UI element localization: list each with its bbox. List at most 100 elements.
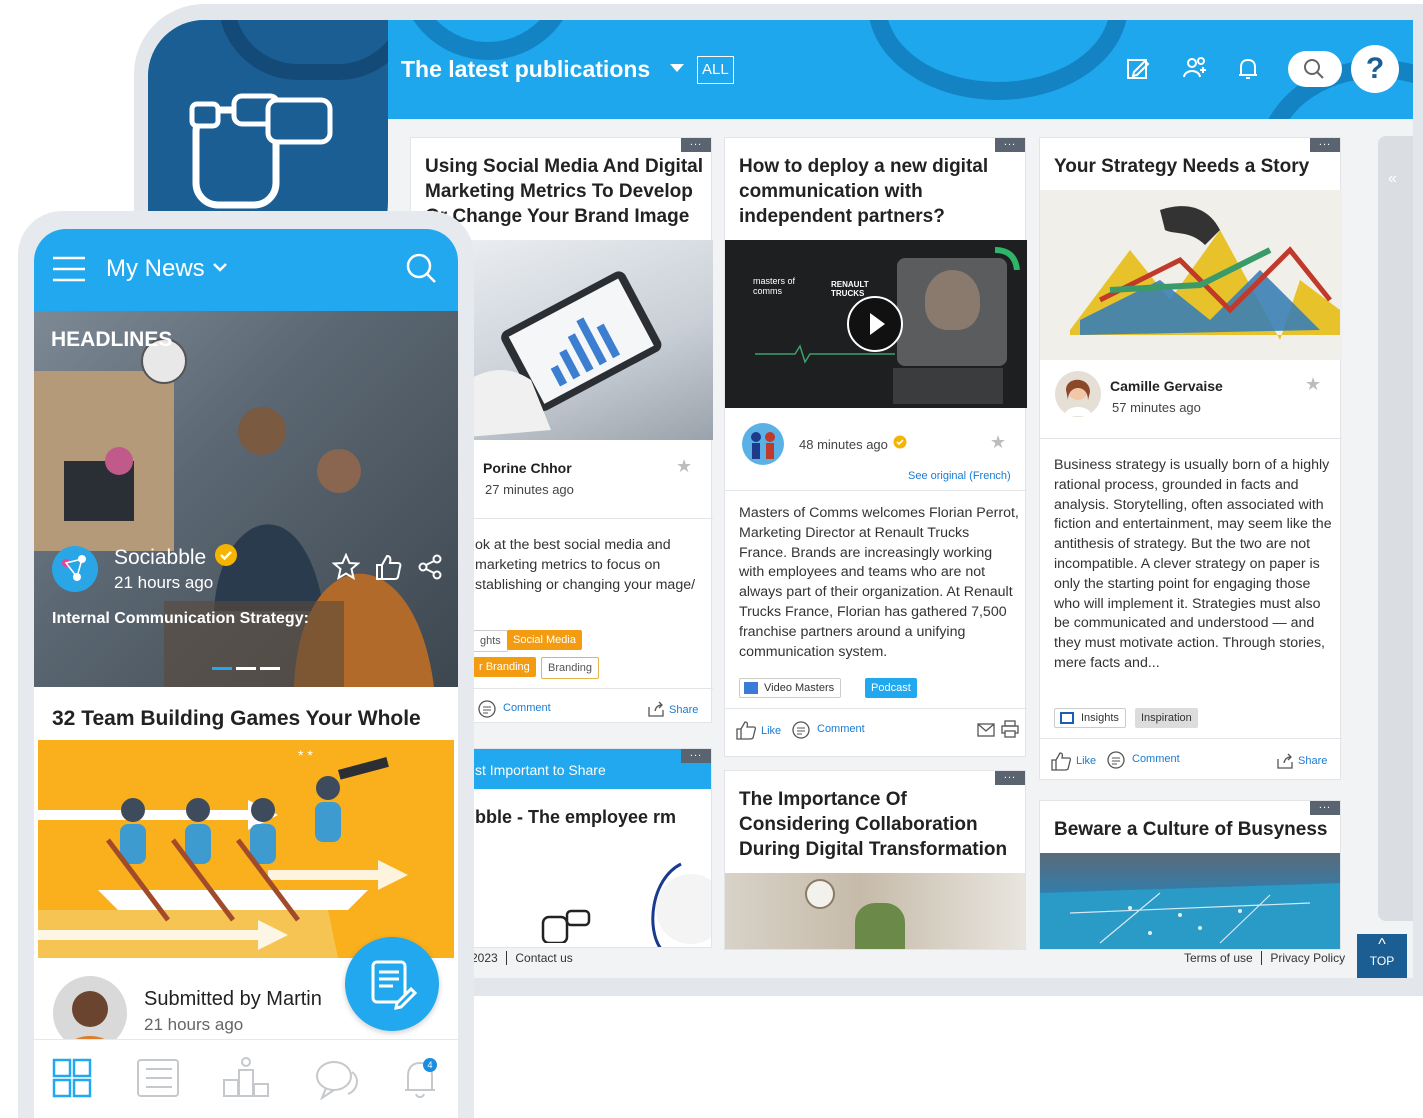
create-post-button[interactable] [345, 937, 439, 1031]
filter-all-button[interactable]: ALL [697, 56, 734, 84]
carousel-dot[interactable] [236, 667, 256, 670]
post-time: 21 hours ago [144, 1015, 244, 1034]
comment-button[interactable]: Comment [817, 723, 865, 735]
page-title[interactable]: The latest publications [401, 56, 650, 83]
share-icon[interactable] [647, 701, 665, 717]
print-icon[interactable] [1001, 720, 1019, 738]
side-panel-toggle[interactable]: « [1378, 136, 1413, 921]
card-title[interactable]: How to deploy a new digital communicatio… [739, 154, 1019, 229]
chat-icon[interactable] [314, 1058, 360, 1100]
copyright-year: 2023 [471, 951, 498, 965]
tag[interactable]: Insights [1054, 708, 1126, 728]
comment-icon[interactable] [1106, 750, 1126, 770]
more-options-icon[interactable]: ... [681, 137, 711, 152]
chevron-down-icon[interactable] [212, 261, 228, 273]
privacy-link[interactable]: Privacy Policy [1270, 951, 1345, 965]
star-icon[interactable]: ★ [990, 432, 1006, 453]
publication-card[interactable]: ... How to deploy a new digital communic… [724, 137, 1027, 757]
headline-carousel[interactable]: HEADLINES Sociabble 21 hours ago Interna… [34, 311, 458, 687]
star-icon[interactable] [332, 553, 360, 581]
carousel-dot[interactable] [260, 667, 280, 670]
play-icon[interactable] [847, 296, 903, 352]
post-excerpt: Business strategy is usually born of a h… [1054, 457, 1332, 671]
section-header: st Important to Share [475, 762, 606, 778]
share-button[interactable]: Share [1298, 755, 1327, 767]
star-icon[interactable]: ★ [676, 456, 692, 477]
card-title[interactable]: The Importance Of Considering Collaborat… [739, 787, 1021, 862]
terms-link[interactable]: Terms of use [1184, 951, 1253, 965]
section-label: HEADLINES [51, 328, 173, 351]
verified-badge-icon [893, 435, 907, 449]
author-name[interactable]: Porine Chhor [483, 460, 572, 476]
like-icon[interactable] [1050, 751, 1072, 771]
tag[interactable]: r Branding [473, 657, 536, 677]
publication-card[interactable]: ... Your Strategy Needs a Story Camille … [1039, 137, 1342, 780]
author-name[interactable]: Camille Gervaise [1110, 378, 1223, 394]
avatar[interactable] [741, 422, 785, 466]
like-icon[interactable] [735, 720, 757, 740]
publication-card[interactable]: ... Beware a Culture of Busyness [1039, 800, 1341, 950]
see-original-link[interactable]: See original (French) [908, 470, 1011, 482]
like-icon[interactable] [374, 553, 402, 581]
headline-title[interactable]: Internal Communication Strategy: [52, 610, 309, 628]
card-title[interactable]: 32 Team Building Games Your Whole [52, 707, 421, 731]
more-options-icon[interactable]: ... [995, 137, 1025, 152]
like-button[interactable]: Like [1076, 755, 1096, 767]
tag[interactable]: ghts [473, 630, 508, 652]
list-icon[interactable] [136, 1058, 180, 1098]
back-to-top-button[interactable]: ^ TOP [1357, 934, 1407, 978]
share-button[interactable]: Share [669, 704, 698, 716]
like-button[interactable]: Like [761, 725, 781, 737]
svg-text:* *: * * [298, 747, 313, 763]
comment-icon[interactable] [791, 720, 811, 740]
share-icon[interactable] [1276, 753, 1294, 769]
email-icon[interactable] [977, 722, 995, 738]
sociabble-logo-icon [541, 909, 591, 943]
more-options-icon[interactable]: ... [681, 749, 711, 763]
tag[interactable]: Social Media [507, 630, 582, 650]
author-name[interactable]: Sociabble [114, 546, 206, 570]
dashboard-icon[interactable] [52, 1058, 92, 1098]
carousel-dot-active[interactable] [212, 667, 232, 670]
submitted-by: Submitted by Martin [144, 988, 322, 1010]
feed-selector[interactable]: My News [106, 255, 205, 283]
tag[interactable]: Branding [541, 657, 600, 679]
bell-icon[interactable] [1233, 54, 1263, 84]
help-icon[interactable]: ? [1351, 45, 1399, 93]
search-button[interactable] [1288, 51, 1342, 87]
video-thumbnail[interactable]: masters of comms RENAULT TRUCKS [725, 240, 1027, 408]
bottom-navigation [34, 1039, 458, 1118]
publication-card[interactable]: ... The Importance Of Considering Collab… [724, 770, 1026, 950]
decorative-graphic [651, 862, 711, 947]
source-tag[interactable]: Video Masters [739, 678, 842, 698]
more-options-icon[interactable]: ... [1310, 801, 1340, 815]
hamburger-menu-icon[interactable] [52, 255, 86, 283]
tag[interactable]: Podcast [865, 678, 917, 698]
card-title[interactable]: Your Strategy Needs a Story [1054, 154, 1334, 179]
podium-icon[interactable] [222, 1056, 270, 1098]
verified-badge-icon [215, 544, 237, 566]
chevron-up-icon: ^ [1378, 936, 1386, 953]
comment-button[interactable]: Comment [503, 702, 551, 714]
tag[interactable]: Inspiration [1135, 708, 1198, 728]
comment-button[interactable]: Comment [1132, 753, 1180, 765]
sociabble-avatar[interactable] [51, 545, 99, 593]
more-options-icon[interactable]: ... [995, 771, 1025, 785]
card-title[interactable]: bble - The employee rm [475, 805, 695, 830]
star-icon[interactable]: ★ [1305, 374, 1321, 395]
card-image: * * [38, 740, 454, 958]
post-time: 57 minutes ago [1112, 400, 1201, 415]
search-icon[interactable] [404, 251, 438, 285]
post-excerpt: Masters of Comms welcomes Florian Perrot… [739, 505, 1019, 660]
users-icon[interactable] [1181, 54, 1211, 84]
chevron-down-icon[interactable] [670, 64, 684, 72]
edit-icon[interactable] [1123, 54, 1153, 84]
more-options-icon[interactable]: ... [1310, 137, 1340, 152]
card-title[interactable]: Beware a Culture of Busyness [1054, 817, 1336, 842]
comment-icon[interactable] [477, 699, 497, 719]
compose-icon [371, 960, 417, 1010]
card-title[interactable]: Using Social Media And Digital Marketing… [425, 154, 705, 229]
share-icon[interactable] [416, 553, 444, 581]
contact-link[interactable]: Contact us [515, 951, 572, 965]
avatar[interactable] [1054, 370, 1102, 418]
